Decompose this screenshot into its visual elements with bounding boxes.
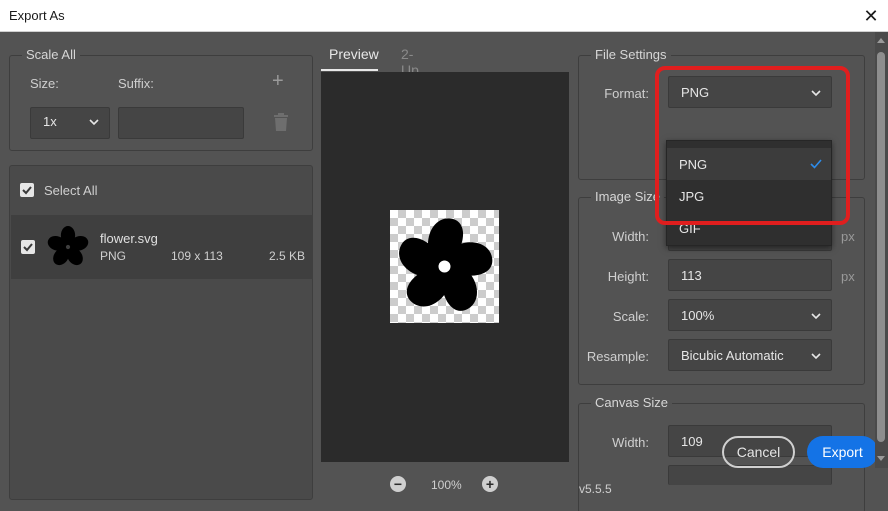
canvas-width-label: Width: xyxy=(612,435,649,450)
scale-all-group: Scale All Size: Suffix: + 1x xyxy=(9,47,313,151)
scale-label: Scale: xyxy=(612,309,649,324)
height-label: Height: xyxy=(607,269,649,284)
file-row[interactable]: flower.svg PNG 109 x 113 2.5 KB xyxy=(11,215,313,279)
canvas-height-input[interactable] xyxy=(668,465,832,485)
format-label: Format: xyxy=(604,86,649,101)
canvas-width-input-value: 109 xyxy=(681,434,703,449)
width-unit: px xyxy=(841,229,855,244)
height-unit: px xyxy=(841,269,855,284)
image-size-legend: Image Size xyxy=(591,189,665,204)
transparency-checkerboard xyxy=(390,210,499,323)
canvas-size-legend: Canvas Size xyxy=(591,395,672,410)
flower-thumbnail-icon xyxy=(47,226,89,266)
resample-label: Resample: xyxy=(586,349,649,364)
zoom-in-icon[interactable]: + xyxy=(482,476,498,492)
highlight-annotation xyxy=(655,66,850,225)
trash-icon[interactable] xyxy=(272,112,290,132)
file-size: 2.5 KB xyxy=(268,249,305,263)
scroll-down-icon[interactable] xyxy=(877,456,885,461)
file-checkbox[interactable] xyxy=(21,240,35,254)
zoom-level: 100% xyxy=(431,478,462,492)
scroll-up-icon[interactable] xyxy=(877,38,885,43)
chevron-down-icon xyxy=(89,119,99,126)
size-label: Size: xyxy=(30,76,59,91)
height-input[interactable]: 113 xyxy=(668,259,832,291)
file-list: Select All flower.svg PNG 109 x 113 2.5 xyxy=(9,165,313,500)
chevron-down-icon xyxy=(811,353,821,360)
checkmark-icon xyxy=(23,243,33,252)
checkmark-icon xyxy=(22,186,32,195)
resample-select-value: Bicubic Automatic xyxy=(681,348,784,363)
settings-scrollbar[interactable] xyxy=(875,32,888,468)
width-label: Width: xyxy=(612,229,649,244)
height-input-value: 113 xyxy=(681,268,702,283)
window-title: Export As xyxy=(9,8,65,23)
scale-select[interactable]: 100% xyxy=(668,299,832,331)
file-name: flower.svg xyxy=(100,231,158,246)
export-button[interactable]: Export xyxy=(807,436,878,468)
select-all-label: Select All xyxy=(44,183,98,198)
scale-select-value: 100% xyxy=(681,308,715,323)
resample-select[interactable]: Bicubic Automatic xyxy=(668,339,832,371)
dialog-body: Scale All Size: Suffix: + 1x Select All xyxy=(0,32,888,511)
suffix-input[interactable] xyxy=(118,107,244,139)
select-all-checkbox[interactable] xyxy=(20,183,34,197)
suffix-label: Suffix: xyxy=(118,76,154,91)
file-dimensions: 109 x 113 xyxy=(171,249,223,263)
add-scale-icon[interactable]: + xyxy=(272,70,284,93)
chevron-down-icon xyxy=(811,313,821,320)
active-tab-indicator xyxy=(321,69,378,71)
scrollbar-thumb[interactable] xyxy=(877,52,885,442)
size-select-value: 1x xyxy=(43,114,57,129)
file-format: PNG xyxy=(100,249,127,263)
zoom-out-icon[interactable]: − xyxy=(390,476,406,492)
close-icon[interactable]: ✕ xyxy=(854,0,888,32)
preview-canvas[interactable] xyxy=(321,72,569,462)
tab-preview[interactable]: Preview xyxy=(329,46,379,62)
scale-all-legend: Scale All xyxy=(22,47,80,62)
flower-preview-image xyxy=(399,218,493,311)
cancel-button[interactable]: Cancel xyxy=(722,436,795,468)
file-settings-legend: File Settings xyxy=(591,47,671,62)
title-bar: Export As ✕ xyxy=(0,0,888,32)
zoom-bar: − 100% + xyxy=(321,472,569,498)
size-select[interactable]: 1x xyxy=(30,107,110,139)
